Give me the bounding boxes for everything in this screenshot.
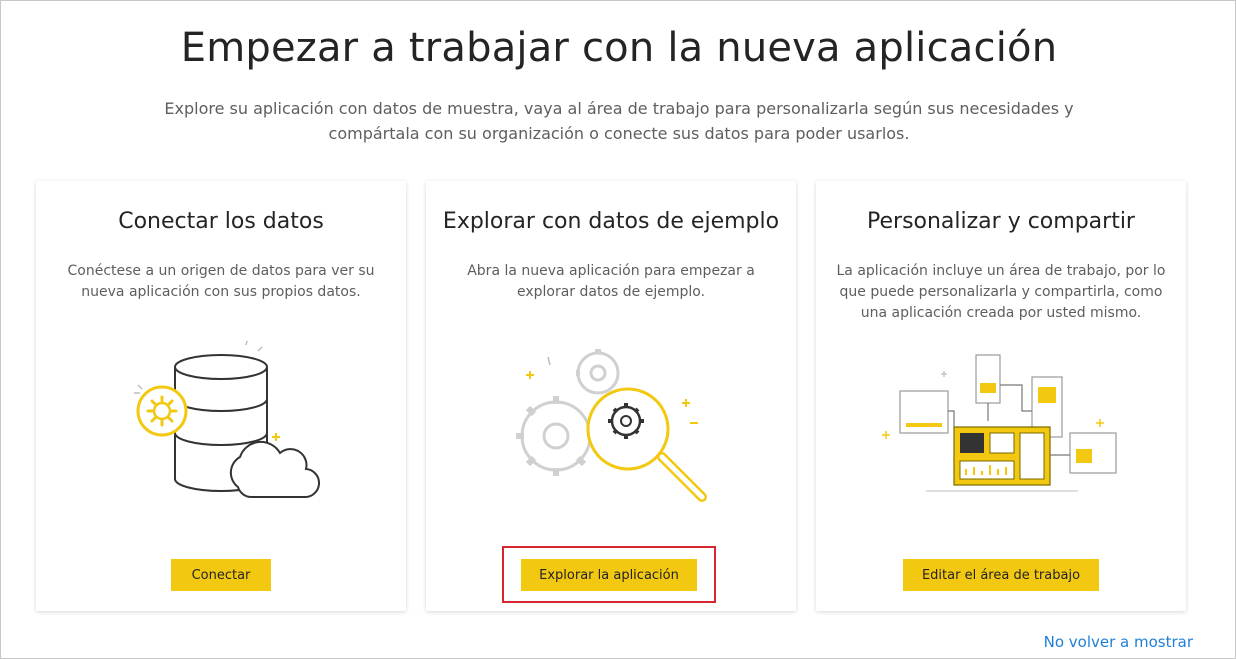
page-subtitle: Explore su aplicación con datos de muest… xyxy=(164,99,1074,143)
page-title: Empezar a trabajar con la nueva aplicaci… xyxy=(180,25,1058,71)
card-description: Conéctese a un origen de datos para ver … xyxy=(67,263,375,300)
dont-show-again-link[interactable]: No volver a mostrar xyxy=(1044,633,1193,651)
card-title: Explorar con datos de ejemplo xyxy=(442,209,780,234)
card-title: Conectar los datos xyxy=(118,209,324,234)
magnifier-gears-icon xyxy=(516,349,707,502)
card-title: Personalizar y compartir xyxy=(867,209,1135,234)
connect-button[interactable]: Conectar xyxy=(171,559,271,591)
card-customize-share: Personalizar y compartir La aplicación i… xyxy=(816,181,1186,611)
dashboard-workspace-icon xyxy=(882,354,1117,492)
card-description: Abra la nueva aplicación para empezar a … xyxy=(467,263,755,300)
card-connect-data: Conectar los datos Conéctese a un origen… xyxy=(36,181,406,611)
highlight-box xyxy=(502,546,716,603)
edit-workspace-button[interactable]: Editar el área de trabajo xyxy=(903,559,1099,591)
card-description: La aplicación incluye un área de trabajo… xyxy=(836,263,1166,321)
database-cloud-gear-icon xyxy=(134,341,321,499)
window-frame: Empezar a trabajar con la nueva aplicaci… xyxy=(0,0,1236,659)
